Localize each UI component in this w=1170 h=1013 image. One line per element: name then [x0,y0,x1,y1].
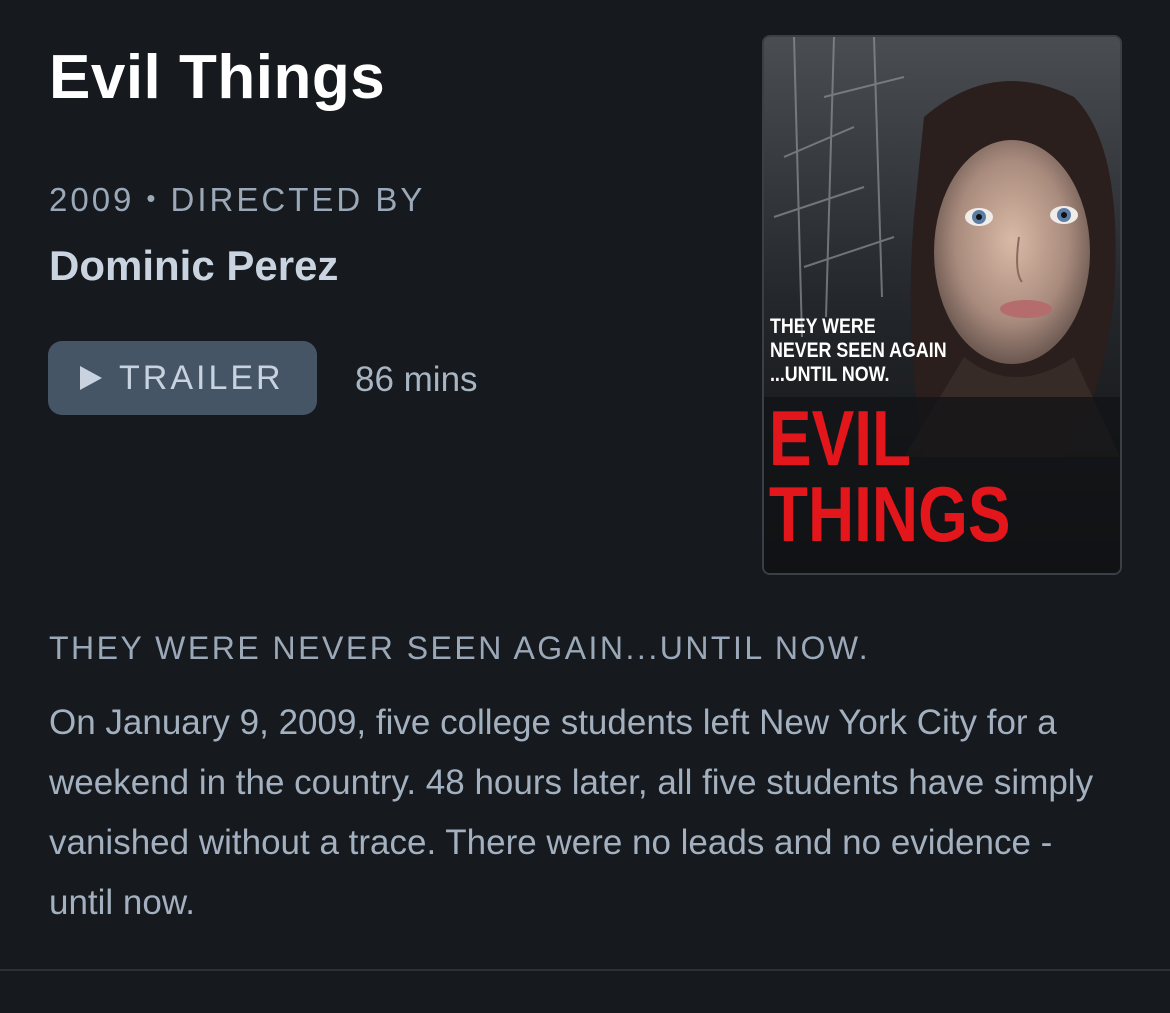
poster-title-line-1: EVIL [769,395,911,482]
release-year: 2009 [49,181,135,218]
directed-by-label: DIRECTED BY [170,181,426,218]
movie-tagline: THEY WERE NEVER SEEN AGAIN...UNTIL NOW. [49,630,871,666]
separator-dot: • [146,183,159,213]
poster-tagline-line-2: NEVER SEEN AGAIN [770,339,947,363]
section-divider [0,969,1170,971]
movie-detail-page: Evil Things 2009 • DIRECTED BY Dominic Per… [0,0,1170,1013]
trailer-label: TRAILER [119,358,284,397]
poster-title-line-2: THINGS [769,471,1011,558]
poster-tagline-line-1: THEY WERE [770,315,876,339]
trailer-button[interactable]: TRAILER [48,341,317,415]
movie-synopsis: On January 9, 2009, five college student… [49,703,1094,922]
movie-title: Evil Things [49,43,386,112]
meta-line: 2009 • DIRECTED BY [49,181,425,219]
poster-artwork: THEY WERE NEVER SEEN AGAIN ...UNTIL NOW.… [764,37,1120,573]
poster-tagline-line-3: ...UNTIL NOW. [770,363,890,387]
movie-poster[interactable]: THEY WERE NEVER SEEN AGAIN ...UNTIL NOW.… [762,35,1122,575]
director-name[interactable]: Dominic Perez [49,242,338,290]
play-icon [80,366,102,390]
runtime: 86 mins [355,360,478,399]
